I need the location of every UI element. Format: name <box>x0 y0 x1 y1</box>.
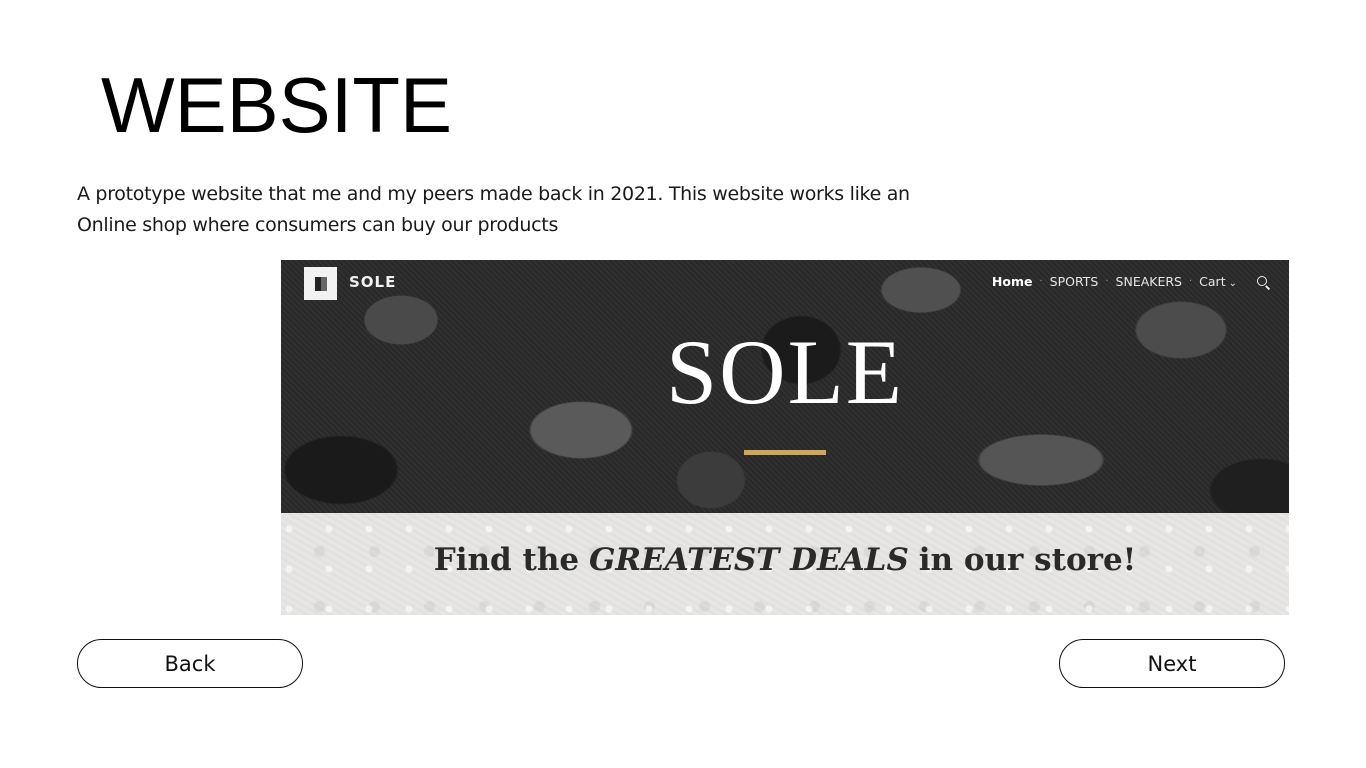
nav-cart-label: Cart <box>1199 274 1226 289</box>
chevron-down-icon: ⌄ <box>1228 278 1237 289</box>
nav-separator: · <box>1039 276 1043 287</box>
hero-accent-rule <box>744 450 826 455</box>
hero-banner: SOLE Home · SPORTS · SNEAKERS · Cart ⌄ SO… <box>281 260 1289 513</box>
top-nav: Home · SPORTS · SNEAKERS · Cart ⌄ <box>992 274 1269 289</box>
nav-sports[interactable]: SPORTS <box>1050 274 1099 289</box>
back-button[interactable]: Back <box>77 639 303 688</box>
deals-tagline: Find the GREATEST DEALS in our store! <box>281 540 1289 580</box>
tagline-prefix: Find the <box>433 542 580 578</box>
page-title: WEBSITE <box>101 61 453 149</box>
tagline-suffix: in our store! <box>918 542 1137 578</box>
website-screenshot: SOLE Home · SPORTS · SNEAKERS · Cart ⌄ SO… <box>281 260 1289 615</box>
nav-separator: · <box>1188 276 1193 287</box>
hero-title: SOLE <box>666 321 904 423</box>
nav-cart[interactable]: Cart ⌄ <box>1199 274 1237 289</box>
brand-name[interactable]: SOLE <box>349 273 396 291</box>
description-line-2: Online shop where consumers can buy our … <box>77 214 559 236</box>
search-icon[interactable] <box>1257 275 1269 288</box>
deals-band: Find the GREATEST DEALS in our store! <box>281 513 1289 615</box>
page-description: A prototype website that me and my peers… <box>77 179 977 241</box>
next-button[interactable]: Next <box>1059 639 1285 688</box>
nav-sneakers[interactable]: SNEAKERS <box>1116 274 1182 289</box>
nav-home[interactable]: Home <box>992 274 1033 289</box>
description-line-1: A prototype website that me and my peers… <box>77 183 910 205</box>
tagline-highlight: GREATEST DEALS <box>588 542 909 578</box>
nav-separator: · <box>1105 276 1109 287</box>
sole-logo-icon[interactable] <box>304 267 337 300</box>
